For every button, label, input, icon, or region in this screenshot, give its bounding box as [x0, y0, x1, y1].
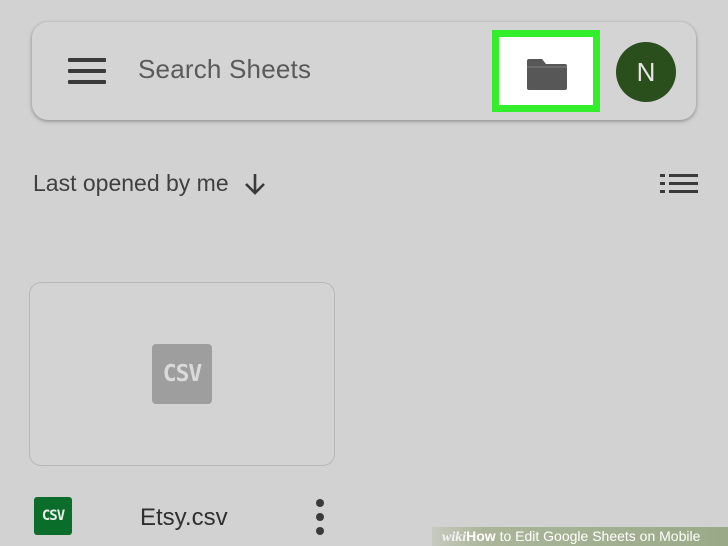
folder-button[interactable] — [492, 30, 600, 112]
watermark-title: to Edit Google Sheets on Mobile — [495, 528, 701, 544]
more-options-icon[interactable] — [310, 499, 330, 535]
file-name[interactable]: Etsy.csv — [140, 504, 228, 532]
watermark-brand: wiki — [442, 530, 467, 545]
file-card[interactable]: CSV — [29, 282, 335, 466]
search-bar: Search Sheets N — [32, 22, 696, 120]
menu-icon[interactable] — [68, 58, 106, 84]
watermark: wikiHow to Edit Google Sheets on Mobile — [432, 527, 728, 546]
avatar[interactable]: N — [616, 42, 676, 102]
sort-label: Last opened by me — [33, 170, 229, 196]
csv-thumbnail: CSV — [152, 344, 212, 404]
arrow-down-icon — [244, 173, 265, 195]
list-view-icon[interactable] — [660, 174, 698, 194]
csv-file-icon: CSV — [34, 497, 72, 535]
sort-selector[interactable]: Last opened by me — [33, 170, 267, 197]
watermark-brand-suffix: How — [466, 528, 496, 544]
folder-icon — [527, 59, 567, 90]
search-input[interactable]: Search Sheets — [138, 54, 311, 85]
